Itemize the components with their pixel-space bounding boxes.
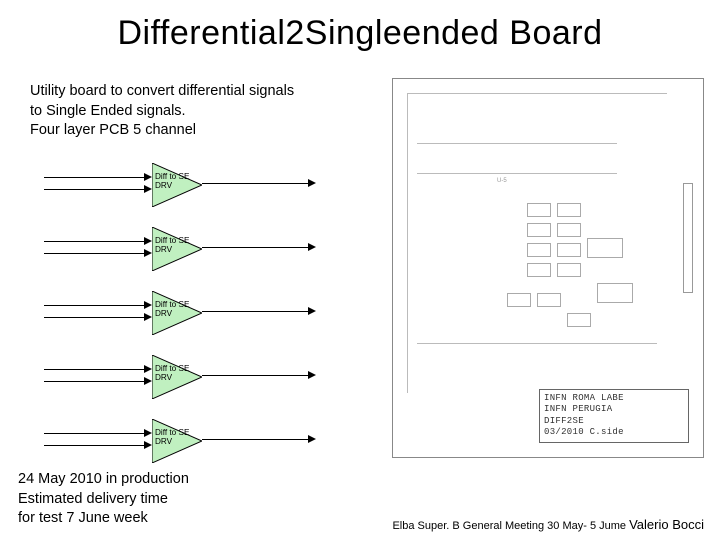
slide: Differential2Singleended Board Utility b… xyxy=(0,0,720,540)
wire xyxy=(44,381,150,382)
driver-label-line: DRV xyxy=(155,373,189,382)
arrow-icon xyxy=(144,301,152,309)
pcb-component xyxy=(537,293,561,307)
driver-label-line: DRV xyxy=(155,245,189,254)
description-line: Utility board to convert differential si… xyxy=(30,82,294,102)
note-line: Estimated delivery time xyxy=(18,490,189,510)
arrow-icon xyxy=(308,243,316,251)
arrow-icon xyxy=(144,377,152,385)
driver-label-line: DRV xyxy=(155,181,189,190)
pcb-component xyxy=(557,203,581,217)
arrow-icon xyxy=(144,249,152,257)
wire xyxy=(202,247,314,248)
wire xyxy=(44,241,150,242)
arrow-icon xyxy=(144,429,152,437)
pcb-component xyxy=(567,313,591,327)
driver-row: Diff to SE DRV xyxy=(44,219,364,279)
production-note: 24 May 2010 in production Estimated deli… xyxy=(18,470,189,529)
description-block: Utility board to convert differential si… xyxy=(30,82,294,141)
pcb-trace xyxy=(407,93,408,393)
pcb-component xyxy=(557,243,581,257)
wire xyxy=(44,189,150,190)
wire xyxy=(202,375,314,376)
pcb-trace xyxy=(417,173,617,174)
driver-label: Diff to SE DRV xyxy=(155,428,189,447)
wire xyxy=(202,183,314,184)
pcb-component xyxy=(527,203,551,217)
driver-row: Diff to SE DRV xyxy=(44,347,364,407)
driver-label-line: Diff to SE xyxy=(155,172,189,181)
pcb-component xyxy=(557,263,581,277)
pcb-connector xyxy=(683,183,693,293)
driver-label-line: Diff to SE xyxy=(155,236,189,245)
wire xyxy=(202,439,314,440)
pcb-component xyxy=(597,283,633,303)
wire xyxy=(44,177,150,178)
note-line: 24 May 2010 in production xyxy=(18,470,189,490)
pcb-layout-image: U-5 INFN ROMA LABE INFN PERUGIA DIFF2SE … xyxy=(392,78,704,458)
arrow-icon xyxy=(308,307,316,315)
arrow-icon xyxy=(308,371,316,379)
pcb-title-block: INFN ROMA LABE INFN PERUGIA DIFF2SE 03/2… xyxy=(539,389,689,443)
pcb-component xyxy=(527,243,551,257)
arrow-icon xyxy=(144,365,152,373)
driver-row: Diff to SE DRV xyxy=(44,283,364,343)
description-line: to Single Ended signals. xyxy=(30,102,294,122)
wire xyxy=(44,253,150,254)
arrow-icon xyxy=(144,313,152,321)
pcb-component xyxy=(507,293,531,307)
arrow-icon xyxy=(308,179,316,187)
arrow-icon xyxy=(144,185,152,193)
footer-author: Valerio Bocci xyxy=(629,517,704,532)
pcb-ref: U-5 xyxy=(497,178,507,184)
driver-label-line: DRV xyxy=(155,309,189,318)
driver-label-line: DRV xyxy=(155,437,189,446)
wire xyxy=(44,369,150,370)
wire xyxy=(44,433,150,434)
pcb-inner: U-5 INFN ROMA LABE INFN PERUGIA DIFF2SE … xyxy=(397,83,699,453)
driver-label: Diff to SE DRV xyxy=(155,172,189,191)
pcb-title-line: INFN ROMA LABE xyxy=(544,393,684,404)
pcb-trace xyxy=(407,93,667,94)
driver-row: Diff to SE DRV xyxy=(44,155,364,215)
arrow-icon xyxy=(144,441,152,449)
pcb-title-line: 03/2010 C.side xyxy=(544,427,684,438)
wire xyxy=(202,311,314,312)
wire xyxy=(44,305,150,306)
pcb-title-line: DIFF2SE xyxy=(544,416,684,427)
pcb-component xyxy=(587,238,623,258)
pcb-trace xyxy=(417,143,617,144)
wire xyxy=(44,445,150,446)
driver-label: Diff to SE DRV xyxy=(155,364,189,383)
arrow-icon xyxy=(308,435,316,443)
pcb-title-line: INFN PERUGIA xyxy=(544,404,684,415)
pcb-trace xyxy=(417,343,657,344)
slide-title: Differential2Singleended Board xyxy=(0,0,720,53)
driver-label-line: Diff to SE xyxy=(155,300,189,309)
slide-footer: Elba Super. B General Meeting 30 May- 5 … xyxy=(392,517,704,532)
pcb-component xyxy=(557,223,581,237)
pcb-component xyxy=(527,263,551,277)
driver-row: Diff to SE DRV xyxy=(44,411,364,471)
footer-meeting: Elba Super. B General Meeting 30 May- 5 … xyxy=(392,520,629,532)
driver-label: Diff to SE DRV xyxy=(155,300,189,319)
arrow-icon xyxy=(144,173,152,181)
pcb-component xyxy=(527,223,551,237)
description-line: Four layer PCB 5 channel xyxy=(30,121,294,141)
driver-label-line: Diff to SE xyxy=(155,428,189,437)
driver-label: Diff to SE DRV xyxy=(155,236,189,255)
wire xyxy=(44,317,150,318)
driver-label-line: Diff to SE xyxy=(155,364,189,373)
driver-diagram: Diff to SE DRV Diff to SE DRV xyxy=(44,155,364,475)
note-line: for test 7 June week xyxy=(18,509,189,529)
arrow-icon xyxy=(144,237,152,245)
